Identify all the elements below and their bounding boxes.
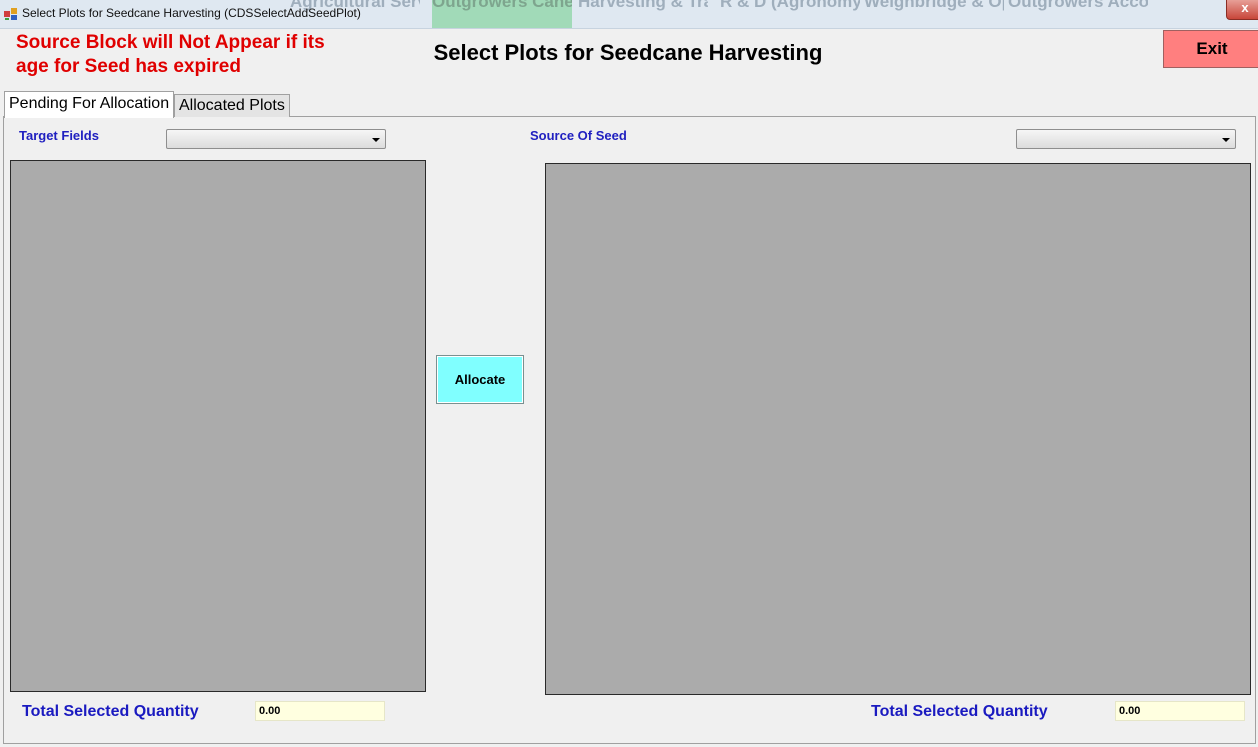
target-fields-label: Target Fields [19, 128, 99, 143]
exit-button[interactable]: Exit [1163, 30, 1258, 68]
source-of-seed-label: Source Of Seed [530, 128, 627, 143]
chevron-down-icon [1222, 138, 1230, 142]
right-total-value: 0.00 [1115, 701, 1245, 721]
background-tile: Weighbridge & Operations [864, 0, 1004, 11]
source-of-seed-grid[interactable] [545, 163, 1251, 695]
page-title: Select Plots for Seedcane Harvesting [433, 40, 823, 65]
background-tile: R & D (Agronomy) [720, 0, 860, 11]
window-close-button[interactable]: x [1226, 0, 1258, 20]
close-icon: x [1241, 0, 1249, 15]
window-title: Select Plots for Seedcane Harvesting (CD… [22, 6, 361, 20]
expiry-warning-text: Source Block will Not Appear if its age … [16, 32, 325, 77]
allocate-button[interactable]: Allocate [436, 355, 524, 404]
right-total-label: Total Selected Quantity [871, 703, 1048, 720]
target-fields-dropdown[interactable] [166, 129, 386, 149]
target-fields-grid[interactable] [10, 160, 426, 692]
background-tile: Harvesting & Transport [578, 0, 708, 11]
chevron-down-icon [372, 138, 380, 142]
source-of-seed-dropdown[interactable] [1016, 129, 1236, 149]
left-total-label: Total Selected Quantity [22, 703, 199, 720]
background-tile: Outgrowers Accounts [1008, 0, 1148, 11]
app-icon [4, 8, 17, 20]
background-tile: Outgrowers Cane Dev [432, 0, 572, 28]
tab-pending-for-allocation[interactable]: Pending For Allocation [4, 91, 175, 118]
tab-allocated-plots[interactable]: Allocated Plots [174, 94, 290, 117]
window-titlebar: Agricultural Servicing Outgrowers Cane D… [0, 0, 1258, 29]
left-total-value: 0.00 [255, 701, 385, 721]
